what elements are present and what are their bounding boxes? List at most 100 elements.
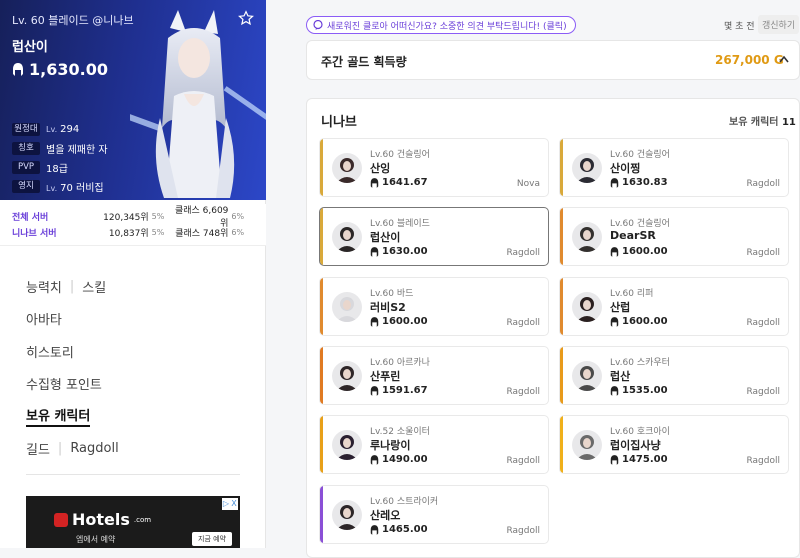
profile-hero: Lv. 60 블레이드 @니나브 럽산이 1,630.00 원정대 Lv. 294 … bbox=[0, 0, 266, 200]
helmet-icon bbox=[370, 246, 379, 257]
character-avatar bbox=[332, 500, 362, 530]
class-color-bar bbox=[320, 208, 323, 265]
class-color-bar bbox=[560, 278, 563, 335]
menu-history[interactable]: 히스토리 bbox=[26, 342, 74, 361]
favorite-star-icon[interactable] bbox=[238, 10, 254, 26]
character-guild: Ragdoll bbox=[506, 318, 540, 328]
character-class: Lv.60 스트라이커 bbox=[370, 497, 439, 507]
weekly-gold-title: 주간 골드 획득량 bbox=[321, 55, 407, 69]
menu-separator: | bbox=[57, 441, 63, 457]
character-item-level: 1475.00 bbox=[610, 454, 668, 465]
notice-text: 새로워진 클로아 어떠신가요? 소중한 의견 부탁드립니다! (클릭) bbox=[327, 21, 567, 32]
chevron-up-icon[interactable] bbox=[779, 55, 789, 63]
menu-guild[interactable]: 길드 bbox=[26, 439, 50, 458]
character-card[interactable]: Lv.60 바드 러비S2 1600.00 Ragdoll bbox=[319, 277, 549, 336]
character-name: 산잉 bbox=[370, 162, 391, 175]
helmet-icon bbox=[370, 454, 379, 465]
stat-estate: 영지 Lv. 70 러비집 bbox=[12, 177, 108, 196]
character-class: Lv.60 호크아이 bbox=[610, 427, 670, 437]
character-card[interactable]: Lv.60 스카우터 럽산 1535.00 Ragdoll bbox=[559, 346, 789, 405]
character-class: Lv.60 건슬링어 bbox=[370, 150, 430, 160]
server-name: 니나브 bbox=[321, 115, 357, 130]
character-card[interactable]: Lv.60 아르카나산푸린 1591.67 Ragdoll bbox=[319, 346, 549, 405]
menu-avatar[interactable]: 아바타 bbox=[26, 309, 62, 328]
ranking-section: 전체 서버 120,345위 5% 클래스 6,609위 6% 니나브 서버 1… bbox=[0, 204, 266, 246]
profile-panel: Lv. 60 블레이드 @니나브 럽산이 1,630.00 원정대 Lv. 294 … bbox=[0, 0, 266, 548]
character-guild: Ragdoll bbox=[746, 248, 780, 258]
character-card[interactable]: Lv.60 건슬링어 DearSR 1600.00 Ragdoll bbox=[559, 207, 789, 266]
helmet-icon bbox=[610, 246, 619, 257]
helmet-icon bbox=[610, 454, 619, 465]
helmet-icon bbox=[370, 316, 379, 327]
menu-stats[interactable]: 능력치 bbox=[26, 277, 62, 296]
character-card[interactable]: Lv.60 호크아이 럽이집사냥 1475.00 Ragdoll bbox=[559, 415, 789, 474]
helmet-icon bbox=[13, 63, 23, 76]
character-guild: Ragdoll bbox=[746, 318, 780, 328]
menu-characters[interactable]: 보유 캐릭터 bbox=[26, 405, 91, 428]
helmet-icon bbox=[370, 524, 379, 535]
character-card[interactable]: Lv.60 건슬링어 산이찡 1630.83 Ragdoll bbox=[559, 138, 789, 197]
character-card[interactable]: Lv.52 소울이터 루나랑이 1490.00 Ragdoll bbox=[319, 415, 549, 474]
character-guild: Ragdoll bbox=[746, 179, 780, 189]
chat-bubble-icon bbox=[313, 20, 323, 30]
character-count: 보유 캐릭터 11 bbox=[729, 117, 796, 128]
character-guild: Ragdoll bbox=[506, 387, 540, 397]
refresh-button[interactable]: 갱신하기 bbox=[758, 15, 800, 34]
character-class-server: Lv. 60 블레이드 @니나브 bbox=[12, 14, 134, 27]
ad-banner[interactable]: Hotels .com 엡에서 예약 지금 예약 ▷ X bbox=[26, 496, 240, 548]
ad-cta-button[interactable]: 지금 예약 bbox=[192, 532, 232, 546]
character-class: Lv.60 건슬링어 bbox=[610, 219, 670, 229]
ad-close[interactable]: ▷ X bbox=[222, 498, 238, 510]
character-item-level: 1465.00 bbox=[370, 524, 428, 535]
menu-guild-name[interactable]: Ragdoll bbox=[70, 441, 118, 456]
ad-logo: Hotels .com bbox=[54, 510, 151, 529]
character-item-level: 1600.00 bbox=[610, 246, 668, 257]
character-avatar bbox=[332, 361, 362, 391]
menu-collection[interactable]: 수집형 포인트 bbox=[26, 374, 102, 393]
character-item-level: 1630.83 bbox=[610, 177, 668, 188]
character-guild: Ragdoll bbox=[746, 387, 780, 397]
character-card[interactable]: Lv.60 건슬링어산잉 1641.67 Nova bbox=[319, 138, 549, 197]
ad-info-icon[interactable]: ▷ bbox=[222, 498, 230, 510]
character-avatar bbox=[332, 222, 362, 252]
character-class: Lv.60 건슬링어 bbox=[610, 150, 670, 160]
character-name: 럽산이 bbox=[12, 40, 48, 55]
item-level-value: 1,630.00 bbox=[29, 60, 108, 79]
character-card[interactable]: Lv.60 리퍼 산럽 1600.00 Ragdoll bbox=[559, 277, 789, 336]
helmet-icon bbox=[610, 316, 619, 327]
character-item-level: 1641.67 bbox=[370, 177, 428, 188]
character-name: 산럽 bbox=[610, 301, 631, 314]
character-class: Lv.60 아르카나 bbox=[370, 358, 430, 368]
character-name: 러비S2 bbox=[370, 301, 406, 314]
weekly-gold-card[interactable]: 주간 골드 획득량 267,000 G bbox=[306, 40, 800, 80]
menu-separator: | bbox=[69, 278, 75, 294]
helmet-icon bbox=[370, 177, 379, 188]
rank-row-all: 전체 서버 120,345위 5% 클래스 6,609위 6% bbox=[12, 206, 245, 229]
character-card[interactable]: Lv.60 스트라이커 산레오 1465.00 Ragdoll bbox=[319, 485, 549, 544]
stat-pvp: PVP 18급 bbox=[12, 158, 108, 177]
character-guild: Ragdoll bbox=[506, 456, 540, 466]
class-color-bar bbox=[320, 139, 323, 196]
character-item-level: 1591.67 bbox=[370, 385, 428, 396]
character-name: 루나랑이 bbox=[370, 439, 411, 452]
class-color-bar bbox=[560, 347, 563, 404]
character-name: 산푸린 bbox=[370, 370, 401, 383]
character-avatar bbox=[572, 222, 602, 252]
profile-menu: 능력치 | 스킬 아바타 히스토리 수집형 포인트 보유 캐릭터 길드 | Ra… bbox=[26, 270, 119, 465]
character-portrait bbox=[130, 10, 266, 198]
character-item-level: 1535.00 bbox=[610, 385, 668, 396]
character-item-level: 1600.00 bbox=[370, 316, 428, 327]
feedback-notice[interactable]: 새로워진 클로아 어떠신가요? 소중한 의견 부탁드립니다! (클릭) bbox=[306, 16, 576, 34]
menu-divider bbox=[26, 474, 240, 475]
character-guild: Nova bbox=[516, 179, 540, 189]
character-avatar bbox=[332, 153, 362, 183]
character-card[interactable]: Lv.60 블레이드 럽산이 1630.00 Ragdoll bbox=[319, 207, 549, 266]
last-updated: 몇 초 전 bbox=[724, 22, 755, 32]
ad-close-icon[interactable]: X bbox=[230, 498, 238, 510]
menu-skill[interactable]: 스킬 bbox=[82, 277, 106, 296]
helmet-icon bbox=[610, 177, 619, 188]
ad-subtitle: 엡에서 예약 bbox=[76, 535, 116, 544]
character-guild: Ragdoll bbox=[746, 456, 780, 466]
character-avatar bbox=[572, 292, 602, 322]
character-avatar bbox=[332, 292, 362, 322]
